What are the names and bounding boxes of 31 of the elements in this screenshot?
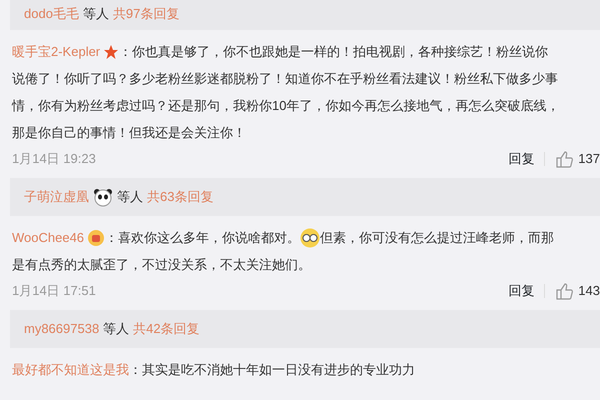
- comment-text: 那是你自己的事情！但我还是会关注你！: [12, 124, 246, 142]
- user-link[interactable]: WooChee46: [12, 224, 84, 251]
- reply-link[interactable]: 回复: [508, 149, 534, 169]
- joiner-text: 等人: [117, 188, 143, 206]
- comment-text: ：你也真是够了，你不也跟她是一样的！拍电视剧，各种接综艺！粉丝说你: [119, 43, 548, 61]
- comment-text: 是有点秀的太腻歪了，不过没关系，不太关注她们。: [12, 256, 311, 274]
- timestamp: 1月14日 17:51: [12, 282, 96, 300]
- like-count[interactable]: 143: [578, 281, 600, 301]
- glasses-emoji-icon: [300, 228, 320, 248]
- thumbs-up-icon: [555, 282, 574, 300]
- reply-count-link[interactable]: 共63条回复: [147, 187, 214, 207]
- joiner-text: 等人: [82, 5, 109, 24]
- reply-count-link[interactable]: 共97条回复: [112, 4, 180, 24]
- reply-count-link[interactable]: 共42条回复: [133, 319, 200, 339]
- comment-text: 但素，你可没有怎么提过汪峰老师，而那: [320, 229, 554, 247]
- user-link[interactable]: my86697538: [24, 319, 100, 339]
- timestamp: 1月14日 19:23: [12, 150, 96, 168]
- user-link[interactable]: 子萌泣虚凰: [24, 187, 89, 207]
- comment-text: 说倦了！你听了吗？多少老粉丝影迷都脱粉了！知道你不在乎粉丝看法建议！粉丝私下做多少事: [12, 70, 558, 88]
- reply-link[interactable]: 回复: [508, 281, 534, 301]
- thumbs-up-icon: [555, 150, 574, 168]
- comment-text: 情，你有为粉丝考虑过吗？还是那句，我粉你10年了，你如今再怎么接地气，再怎么突破底线，: [12, 97, 560, 115]
- user-link[interactable]: dodo毛毛: [24, 4, 79, 24]
- joiner-text: 等人: [103, 320, 130, 338]
- star-icon: [103, 44, 120, 60]
- like-count[interactable]: 137: [578, 149, 600, 169]
- user-link[interactable]: 暖手宝2-Kepler: [12, 38, 100, 65]
- panda-icon: [93, 188, 113, 206]
- comment-text: ：其实是吃不消她十年如一日没有进步的专业功力: [129, 361, 415, 379]
- user-link[interactable]: 最好都不知道这是我: [12, 356, 129, 383]
- comment-text: ：喜欢你这么多年，你说啥都对。: [105, 229, 300, 247]
